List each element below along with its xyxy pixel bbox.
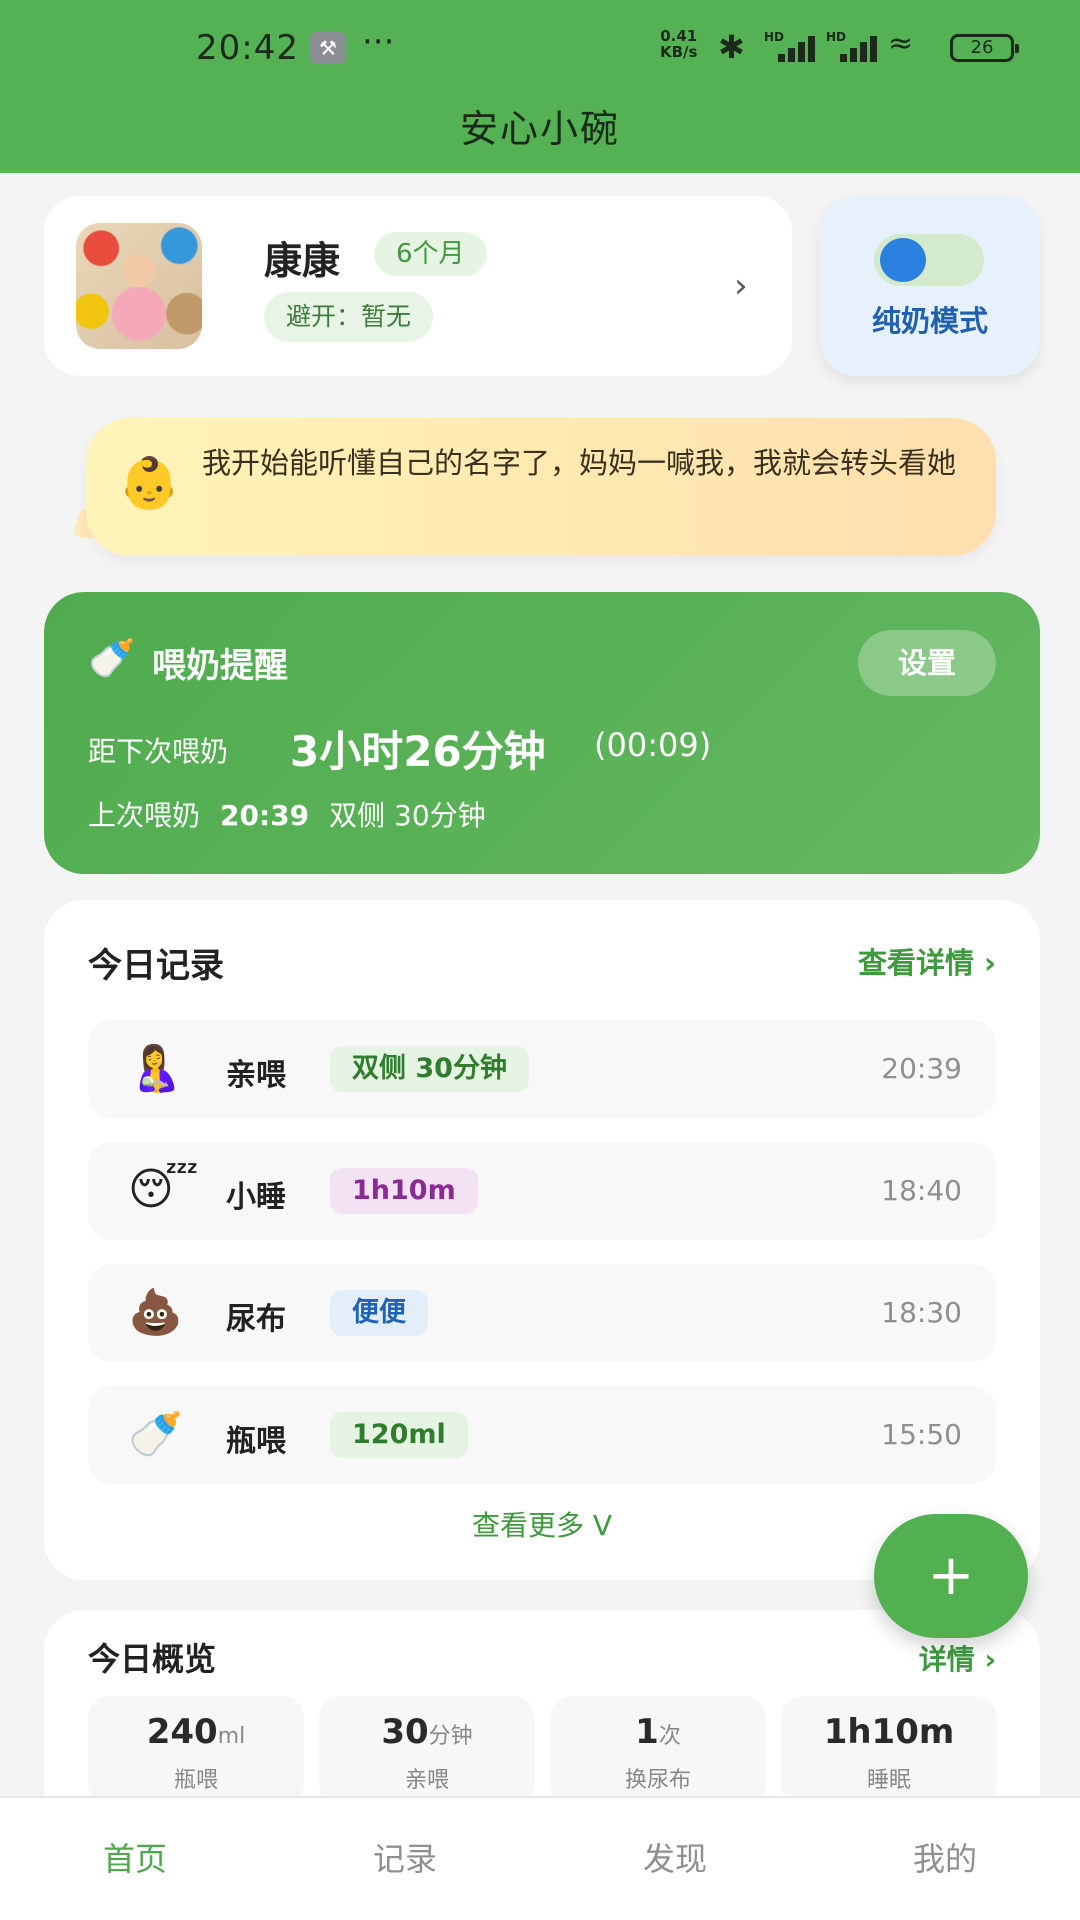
record-time: 18:30 — [881, 1296, 962, 1329]
signal-icon-2: HD — [826, 30, 882, 62]
overview-title: 今日概览 — [88, 1640, 217, 1678]
overview-value: 1h10m — [823, 1712, 955, 1752]
overview-label: 换尿布 — [624, 1768, 691, 1793]
overview-unit: 次 — [658, 1724, 681, 1749]
avatar — [76, 223, 202, 349]
bottom-nav: 首页 记录 发现 我的 — [0, 1796, 1080, 1920]
record-type: 瓶喂 — [226, 1424, 286, 1459]
record-type: 小睡 — [226, 1180, 286, 1215]
overview-label: 瓶喂 — [173, 1768, 218, 1793]
view-details-link[interactable]: 查看详情 › — [858, 940, 996, 982]
sleep-icon: 😴 — [128, 1164, 199, 1215]
record-type: 亲喂 — [226, 1058, 286, 1093]
record-row[interactable]: 🍼 瓶喂 120ml 15:50 — [88, 1386, 996, 1484]
baby-name: 康康 — [264, 239, 341, 283]
record-row[interactable]: 😴 小睡 1h10m 18:40 — [88, 1142, 996, 1240]
chevron-right-icon: › — [734, 266, 748, 306]
bottle-icon: 🍼 — [128, 1409, 183, 1460]
breastfeed-icon: 🤱 — [128, 1043, 183, 1094]
overview-unit: ml — [217, 1724, 246, 1749]
overview-unit: 分钟 — [428, 1724, 473, 1749]
network-speed: 0.41 KB/s — [660, 27, 698, 61]
toggle-knob — [880, 238, 926, 282]
next-feeding-label: 距下次喂奶 — [88, 735, 229, 768]
record-tag: 双侧 30分钟 — [330, 1046, 529, 1092]
last-feeding-time: 20:39 — [220, 799, 310, 832]
nav-discover[interactable]: 发现 — [540, 1834, 810, 1880]
tip-text: 我开始能听懂自己的名字了，妈妈一喊我，我就会转头看她 — [202, 446, 957, 480]
overview-sleep[interactable]: 1h10m 睡眠 — [781, 1696, 997, 1806]
today-records-card: 今日记录 查看详情 › 🤱 亲喂 双侧 30分钟 20:39 😴 小睡 1h10… — [44, 900, 1040, 1580]
overview-details-link[interactable]: 详情 › — [919, 1638, 996, 1678]
app-header: 20:42 ⚒ ··· 0.41 KB/s ✱ HD HD ≈ 26 安心小碗 — [0, 0, 1080, 173]
record-tag: 120ml — [330, 1412, 468, 1458]
overview-diaper[interactable]: 1次 换尿布 — [550, 1696, 766, 1806]
overview-bottle[interactable]: 240ml 瓶喂 — [88, 1696, 304, 1806]
milk-mode-label: 纯奶模式 — [871, 304, 988, 338]
status-bar: 20:42 ⚒ ··· 0.41 KB/s ✱ HD HD ≈ 26 — [0, 20, 1080, 80]
record-tag: 1h10m — [330, 1168, 478, 1214]
nav-records[interactable]: 记录 — [270, 1834, 540, 1880]
last-feeding-detail: 双侧 30分钟 — [329, 799, 486, 832]
wifi-icon: ≈ — [888, 26, 914, 61]
overview-value: 240 — [146, 1712, 218, 1752]
age-badge: 6个月 — [374, 232, 487, 276]
records-title: 今日记录 — [88, 946, 224, 986]
nav-home[interactable]: 首页 — [0, 1834, 270, 1880]
record-time: 15:50 — [881, 1418, 962, 1451]
record-row[interactable]: 💩 尿布 便便 18:30 — [88, 1264, 996, 1362]
overview-label: 亲喂 — [404, 1768, 449, 1793]
poop-icon: 💩 — [128, 1287, 183, 1338]
wrench-icon: ⚒ — [310, 32, 346, 64]
record-tag: 便便 — [330, 1290, 428, 1336]
last-feeding: 上次喂奶 20:39 双侧 30分钟 — [88, 794, 486, 834]
more-notifications-icon: ··· — [362, 22, 395, 62]
nav-me[interactable]: 我的 — [810, 1834, 1080, 1880]
battery-icon: 26 — [950, 34, 1019, 62]
bottle-icon: 🍼 — [88, 636, 136, 680]
record-time: 18:40 — [881, 1174, 962, 1207]
record-row[interactable]: 🤱 亲喂 双侧 30分钟 20:39 — [88, 1020, 996, 1118]
clock: 20:42 — [196, 28, 299, 68]
baby-face-icon: 👶 — [118, 454, 181, 512]
milk-mode-toggle[interactable] — [874, 234, 984, 286]
feeding-reminder-title: 喂奶提醒 — [152, 646, 288, 686]
overview-value: 1 — [635, 1712, 659, 1752]
overview-breastfeed[interactable]: 30分钟 亲喂 — [319, 1696, 535, 1806]
feeding-reminder-card: 🍼 喂奶提醒 设置 距下次喂奶 3小时26分钟 (00:09) 上次喂奶 20:3… — [44, 592, 1040, 874]
bluetooth-icon: ✱ — [718, 28, 745, 66]
record-time: 20:39 — [881, 1052, 962, 1085]
overview-value: 30 — [381, 1712, 429, 1752]
next-feeding-countdown: 3小时26分钟 — [290, 727, 546, 776]
development-tip: 👶 我开始能听懂自己的名字了，妈妈一喊我，我就会转头看她 — [86, 418, 996, 556]
avoid-foods-badge: 避开：暂无 — [264, 292, 434, 342]
overview-label: 睡眠 — [866, 1768, 911, 1793]
reminder-settings-button[interactable]: 设置 — [858, 630, 996, 696]
page-title: 安心小碗 — [459, 107, 620, 151]
milk-mode-card[interactable]: 纯奶模式 — [820, 196, 1040, 376]
add-record-button[interactable]: + — [874, 1514, 1028, 1638]
record-type: 尿布 — [226, 1302, 286, 1337]
baby-profile-card[interactable]: 康康 6个月 避开：暂无 › — [44, 196, 792, 376]
next-feeding-time: (00:09) — [594, 726, 712, 764]
signal-icon: HD — [764, 30, 820, 62]
last-feeding-label: 上次喂奶 — [88, 799, 201, 832]
